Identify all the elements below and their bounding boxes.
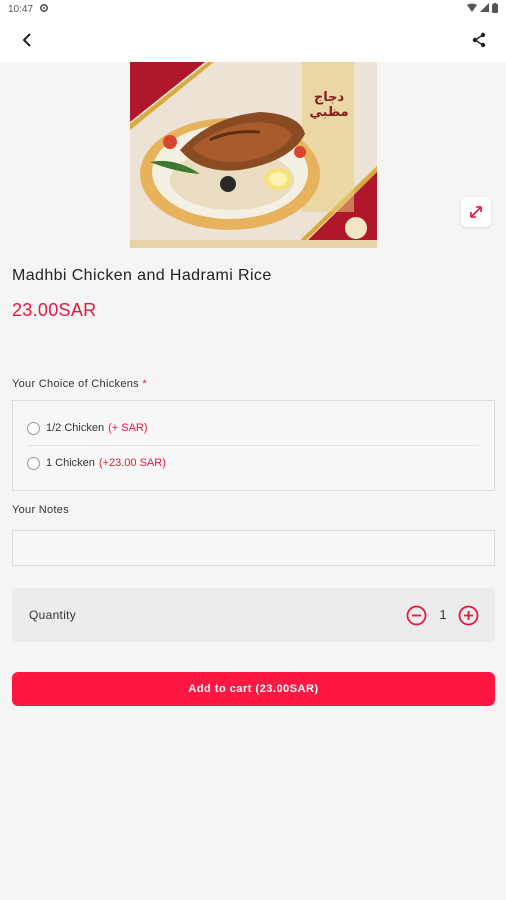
- quantity-stepper: Quantity 1: [12, 588, 495, 642]
- status-time: 10:47: [8, 3, 34, 15]
- choices-label: Your Choice of Chickens *: [12, 378, 147, 390]
- minus-circle-icon: [406, 605, 427, 626]
- quantity-label: Quantity: [29, 608, 77, 622]
- share-button[interactable]: [466, 28, 492, 52]
- choice-option-price: (+23.00 SAR): [98, 457, 166, 469]
- radio-button[interactable]: [27, 456, 40, 470]
- add-to-cart-button[interactable]: Add to cart (23.00SAR): [12, 672, 495, 706]
- plus-circle-icon: [458, 605, 479, 626]
- choice-option-half-chicken[interactable]: 1/2 Chicken (+ SAR): [27, 417, 148, 439]
- expand-icon: [470, 206, 482, 218]
- quantity-value: 1: [439, 607, 447, 622]
- product-title: Madhbi Chicken and Hadrami Rice: [12, 267, 272, 284]
- signal-icon: [480, 3, 489, 15]
- choice-option-whole-chicken[interactable]: 1 Chicken (+23.00 SAR): [27, 452, 166, 474]
- wifi-icon: [467, 3, 477, 15]
- battery-icon: [492, 2, 498, 16]
- back-button[interactable]: [14, 28, 40, 52]
- divider: [27, 445, 479, 446]
- app-bar: [0, 18, 506, 62]
- settings-icon: [39, 3, 49, 16]
- choice-option-label: 1 Chicken: [46, 457, 95, 469]
- increase-quantity-button[interactable]: [458, 605, 479, 626]
- decrease-quantity-button[interactable]: [406, 605, 427, 626]
- share-icon: [472, 32, 486, 48]
- product-image[interactable]: دجاج مظبي: [130, 62, 377, 248]
- status-bar: 10:47: [0, 0, 506, 18]
- radio-button[interactable]: [27, 421, 40, 435]
- notes-label: Your Notes: [12, 504, 70, 516]
- choice-option-label: 1/2 Chicken: [46, 422, 105, 434]
- choice-option-price: (+ SAR): [108, 422, 148, 434]
- required-mark: *: [142, 378, 147, 390]
- back-arrow-icon: [22, 33, 31, 47]
- chicken-choice-group: 1/2 Chicken (+ SAR) 1 Chicken (+23.00 SA…: [12, 400, 495, 491]
- choices-label-text: Your Choice of Chickens: [12, 378, 139, 390]
- notes-input[interactable]: [12, 530, 495, 566]
- product-price: 23.00SAR: [12, 300, 97, 320]
- expand-image-button[interactable]: [461, 197, 491, 227]
- image-caption: دجاج مظبي: [309, 90, 349, 120]
